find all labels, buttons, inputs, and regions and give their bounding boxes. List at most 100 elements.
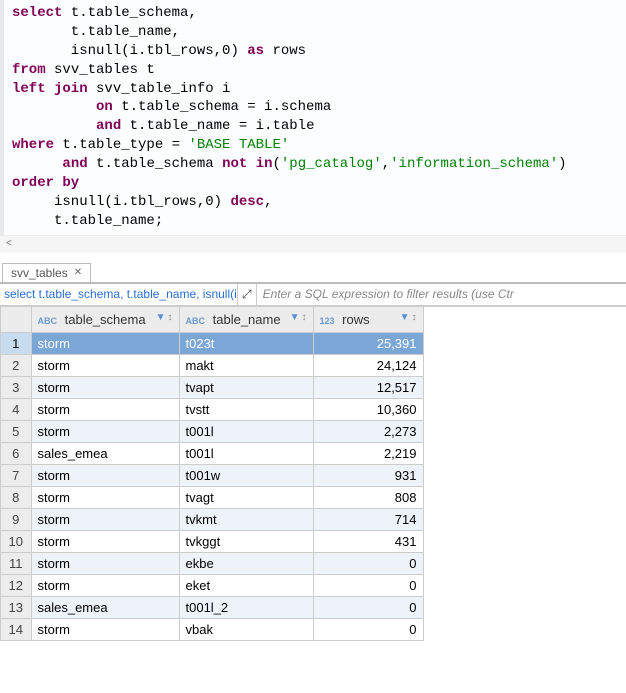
table-row[interactable]: 9stormtvkmt714 [1, 509, 423, 531]
table-schema-cell: storm [31, 487, 179, 509]
results-tabs: svv_tables ✕ [0, 263, 626, 284]
column-header-label: rows [342, 312, 369, 327]
rows-cell: 10,360 [313, 399, 423, 421]
rows-cell: 808 [313, 487, 423, 509]
filter-input[interactable]: Enter a SQL expression to filter results… [257, 287, 520, 301]
table-schema-cell: storm [31, 399, 179, 421]
results-tab-label: svv_tables [11, 266, 68, 280]
executed-sql-snippet: select t.table_schema, t.table_name, isn… [0, 284, 238, 305]
table-name-cell: t023t [179, 333, 313, 355]
rownum-cell: 14 [1, 619, 31, 641]
table-row[interactable]: 1stormt023t25,391 [1, 333, 423, 355]
rows-cell: 0 [313, 597, 423, 619]
rownum-cell: 3 [1, 377, 31, 399]
filter-icon[interactable]: ▼ [290, 312, 300, 323]
table-name-cell: tvkggt [179, 531, 313, 553]
rownum-cell: 12 [1, 575, 31, 597]
sql-editor[interactable]: select t.table_schema, t.table_name, isn… [0, 0, 626, 235]
filter-icon[interactable]: ▼ [156, 312, 166, 323]
rows-cell: 2,219 [313, 443, 423, 465]
rownum-cell: 10 [1, 531, 31, 553]
filter-icon[interactable]: ▼ [400, 312, 410, 323]
rownum-cell: 11 [1, 553, 31, 575]
table-row[interactable]: 4stormtvstt10,360 [1, 399, 423, 421]
table-row[interactable]: 7stormt001w931 [1, 465, 423, 487]
editor-hscroll-left[interactable]: < [0, 235, 626, 253]
header-row: ABC table_schema ↕ ▼ ABC table_name ↕ ▼ … [1, 307, 423, 333]
sort-icon[interactable]: ↕ [302, 312, 307, 323]
divider [0, 253, 626, 263]
table-row[interactable]: 8stormtvagt808 [1, 487, 423, 509]
table-schema-cell: storm [31, 553, 179, 575]
rownum-cell: 2 [1, 355, 31, 377]
table-schema-cell: storm [31, 333, 179, 355]
close-icon[interactable]: ✕ [74, 267, 82, 278]
column-header-label: table_name [213, 312, 281, 327]
expand-icon[interactable]: ⤢ [238, 284, 257, 305]
rows-cell: 714 [313, 509, 423, 531]
table-name-cell: t001l [179, 443, 313, 465]
type-badge: ABC [186, 316, 206, 326]
rows-cell: 25,391 [313, 333, 423, 355]
rownum-cell: 7 [1, 465, 31, 487]
table-row[interactable]: 6sales_emeat001l2,219 [1, 443, 423, 465]
table-row[interactable]: 13sales_emeat001l_20 [1, 597, 423, 619]
rows-cell: 12,517 [313, 377, 423, 399]
table-schema-cell: storm [31, 355, 179, 377]
table-row[interactable]: 5stormt001l2,273 [1, 421, 423, 443]
sql-editor-content[interactable]: select t.table_schema, t.table_name, isn… [12, 4, 626, 231]
table-schema-cell: sales_emea [31, 597, 179, 619]
results-tab[interactable]: svv_tables ✕ [2, 263, 91, 282]
column-header-rows[interactable]: 123 rows ↕ ▼ [313, 307, 423, 333]
table-schema-cell: sales_emea [31, 443, 179, 465]
table-name-cell: t001l [179, 421, 313, 443]
rownum-cell: 4 [1, 399, 31, 421]
table-schema-cell: storm [31, 619, 179, 641]
rows-cell: 0 [313, 575, 423, 597]
table-row[interactable]: 10stormtvkggt431 [1, 531, 423, 553]
rows-cell: 931 [313, 465, 423, 487]
rownum-cell: 5 [1, 421, 31, 443]
table-schema-cell: storm [31, 465, 179, 487]
table-schema-cell: storm [31, 575, 179, 597]
sort-icon[interactable]: ↕ [168, 312, 173, 323]
rownum-cell: 8 [1, 487, 31, 509]
results-grid: ABC table_schema ↕ ▼ ABC table_name ↕ ▼ … [0, 306, 626, 642]
table-name-cell: eket [179, 575, 313, 597]
table-row[interactable]: 12stormeket0 [1, 575, 423, 597]
table-name-cell: t001w [179, 465, 313, 487]
table-schema-cell: storm [31, 531, 179, 553]
results-filter-bar: select t.table_schema, t.table_name, isn… [0, 284, 626, 306]
table-name-cell: ekbe [179, 553, 313, 575]
sort-icon[interactable]: ↕ [412, 312, 417, 323]
table-name-cell: tvagt [179, 487, 313, 509]
table-name-cell: tvkmt [179, 509, 313, 531]
table-schema-cell: storm [31, 421, 179, 443]
column-header-table-name[interactable]: ABC table_name ↕ ▼ [179, 307, 313, 333]
results-table: ABC table_schema ↕ ▼ ABC table_name ↕ ▼ … [1, 307, 424, 642]
table-name-cell: t001l_2 [179, 597, 313, 619]
rownum-cell: 13 [1, 597, 31, 619]
table-row[interactable]: 11stormekbe0 [1, 553, 423, 575]
rownum-header [1, 307, 31, 333]
rows-cell: 2,273 [313, 421, 423, 443]
table-name-cell: tvstt [179, 399, 313, 421]
table-schema-cell: storm [31, 377, 179, 399]
type-badge: ABC [38, 316, 58, 326]
column-header-table-schema[interactable]: ABC table_schema ↕ ▼ [31, 307, 179, 333]
rows-cell: 0 [313, 553, 423, 575]
table-row[interactable]: 14stormvbak0 [1, 619, 423, 641]
table-name-cell: makt [179, 355, 313, 377]
rownum-cell: 9 [1, 509, 31, 531]
table-row[interactable]: 2stormmakt24,124 [1, 355, 423, 377]
table-name-cell: vbak [179, 619, 313, 641]
table-name-cell: tvapt [179, 377, 313, 399]
rows-cell: 0 [313, 619, 423, 641]
column-header-label: table_schema [65, 312, 146, 327]
table-schema-cell: storm [31, 509, 179, 531]
rownum-cell: 1 [1, 333, 31, 355]
rows-cell: 431 [313, 531, 423, 553]
table-row[interactable]: 3stormtvapt12,517 [1, 377, 423, 399]
rownum-cell: 6 [1, 443, 31, 465]
type-badge: 123 [320, 316, 335, 326]
